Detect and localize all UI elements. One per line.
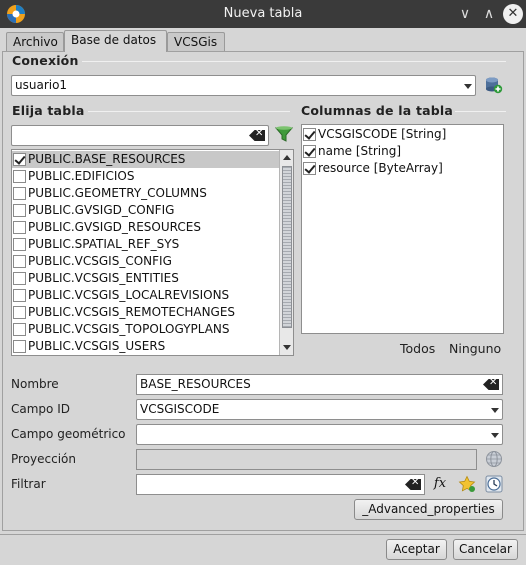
checkbox[interactable] — [13, 340, 26, 353]
chevron-down-icon — [491, 433, 499, 438]
expression-icon[interactable]: fx — [431, 475, 449, 493]
connection-select[interactable]: usuario1 — [11, 75, 476, 96]
table-row[interactable]: PUBLIC.VCSGIS_REMOTECHANGES — [12, 304, 280, 321]
checkbox[interactable] — [13, 306, 26, 319]
cancel-button[interactable]: Cancelar — [453, 539, 518, 560]
columns-list[interactable]: VCSGISCODE [String] name [String] resour… — [301, 124, 504, 334]
clear-icon[interactable]: ✕ — [405, 479, 421, 490]
bookmark-star-icon[interactable] — [458, 475, 476, 493]
accept-button[interactable]: Aceptar — [386, 539, 447, 560]
table-list-scrollbar[interactable] — [279, 150, 293, 355]
checkbox[interactable] — [13, 204, 26, 217]
divider — [455, 111, 506, 112]
connection-value: usuario1 — [15, 78, 68, 92]
checkbox[interactable] — [13, 289, 26, 302]
history-clock-icon[interactable] — [485, 475, 503, 493]
checkbox[interactable] — [13, 255, 26, 268]
id-field-label: Campo ID — [11, 402, 70, 416]
tab-archivo[interactable]: Archivo — [6, 32, 64, 52]
scroll-up-icon[interactable] — [283, 155, 291, 160]
checkbox[interactable] — [13, 221, 26, 234]
select-all-link[interactable]: Todos — [400, 341, 435, 356]
scroll-down-icon[interactable] — [283, 345, 291, 350]
checkbox[interactable] — [303, 162, 316, 175]
tables-section-title: Elija tabla — [12, 103, 85, 118]
table-row[interactable]: PUBLIC.VCSGIS_USERS — [12, 338, 280, 355]
advanced-properties-button[interactable]: _Advanced_properties — [354, 499, 503, 520]
table-row[interactable]: PUBLIC.GVSIGD_RESOURCES — [12, 219, 280, 236]
table-row[interactable]: PUBLIC.SPATIAL_REF_SYS — [12, 236, 280, 253]
table-filter-input[interactable]: ✕ — [11, 125, 269, 146]
filter-expression-input[interactable]: ✕ — [136, 474, 425, 495]
database-add-icon[interactable] — [485, 76, 503, 94]
maximize-button[interactable]: ∧ — [479, 4, 499, 24]
globe-icon[interactable] — [485, 450, 503, 468]
chevron-down-icon — [491, 408, 499, 413]
tab-vcsgis[interactable]: VCSGis — [167, 32, 225, 52]
minimize-button[interactable]: ∨ — [455, 4, 475, 24]
select-none-link[interactable]: Ninguno — [449, 341, 501, 356]
table-row[interactable]: PUBLIC.VCSGIS_LOCALREVISIONS — [12, 287, 280, 304]
scrollbar-thumb[interactable] — [282, 166, 292, 328]
clear-icon[interactable]: ✕ — [483, 379, 499, 390]
table-row[interactable]: PUBLIC.GVSIGD_CONFIG — [12, 202, 280, 219]
checkbox[interactable] — [13, 272, 26, 285]
checkbox[interactable] — [303, 128, 316, 141]
divider — [82, 61, 506, 62]
name-label: Nombre — [11, 377, 59, 391]
filter-icon[interactable] — [274, 125, 294, 143]
table-row[interactable]: PUBLIC.GEOMETRY_COLUMNS — [12, 185, 280, 202]
table-row[interactable]: PUBLIC.VCSGIS_ENTITIES — [12, 270, 280, 287]
table-row[interactable]: PUBLIC.BASE_RESOURCES — [12, 151, 280, 168]
checkbox[interactable] — [13, 153, 26, 166]
checkbox[interactable] — [13, 238, 26, 251]
filter-label: Filtrar — [11, 477, 46, 491]
projection-label: Proyección — [11, 452, 76, 466]
geometry-field-select[interactable] — [136, 424, 503, 445]
checkbox[interactable] — [13, 187, 26, 200]
geometry-field-label: Campo geométrico — [11, 427, 126, 441]
chevron-down-icon — [464, 84, 472, 89]
columns-section-title: Columnas de la tabla — [301, 103, 454, 118]
title-bar: Nueva tabla ∨ ∧ ✕ — [0, 0, 526, 28]
divider — [88, 111, 290, 112]
table-row[interactable]: PUBLIC.EDIFICIOS — [12, 168, 280, 185]
list-item[interactable]: resource [ByteArray] — [302, 160, 502, 177]
window-title: Nueva tabla — [223, 6, 303, 21]
id-field-select[interactable]: VCSGISCODE — [136, 399, 503, 420]
checkbox[interactable] — [303, 145, 316, 158]
checkbox[interactable] — [13, 323, 26, 336]
clear-icon[interactable]: ✕ — [249, 130, 265, 141]
close-button[interactable]: ✕ — [503, 4, 523, 24]
tab-base-de-datos[interactable]: Base de datos — [64, 30, 167, 52]
connection-section-title: Conexión — [12, 53, 79, 68]
name-input[interactable]: BASE_RESOURCES ✕ — [136, 374, 503, 395]
table-list[interactable]: PUBLIC.BASE_RESOURCES PUBLIC.EDIFICIOS P… — [11, 149, 294, 356]
list-item[interactable]: VCSGISCODE [String] — [302, 126, 502, 143]
table-row[interactable]: PUBLIC.VCSGIS_TOPOLOGYPLANS — [12, 321, 280, 338]
divider — [0, 534, 526, 535]
checkbox[interactable] — [13, 170, 26, 183]
list-item[interactable]: name [String] — [302, 143, 502, 160]
table-row[interactable]: PUBLIC.VCSGIS_CONFIG — [12, 253, 280, 270]
projection-input — [136, 449, 477, 470]
tab-bar: Archivo Base de datos VCSGis — [0, 28, 526, 52]
